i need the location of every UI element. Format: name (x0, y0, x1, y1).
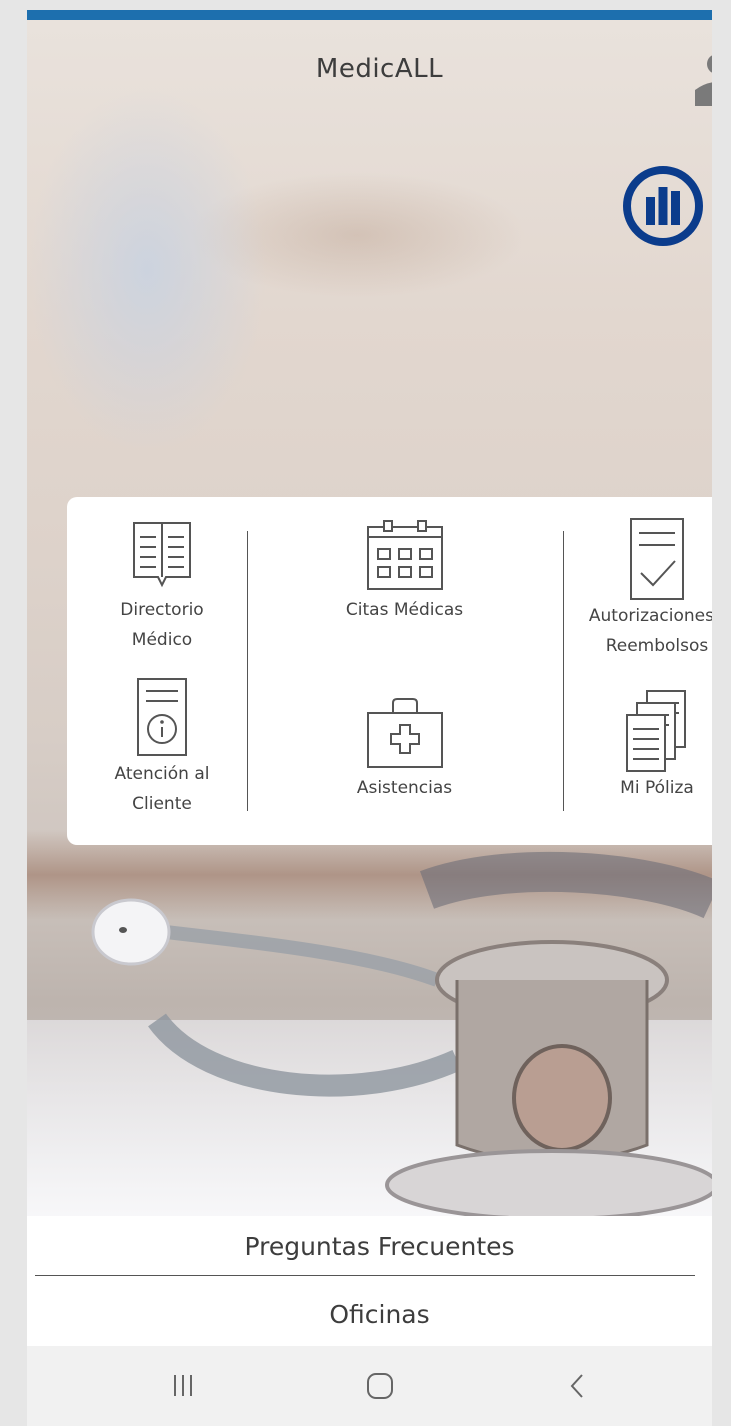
menu-label: Autorizaciones / (588, 606, 712, 626)
menu-item-citas[interactable]: Citas Médicas (327, 515, 482, 625)
checklist-icon (630, 518, 684, 600)
faq-link[interactable]: Preguntas Frecuentes (27, 1232, 712, 1261)
book-icon (133, 522, 191, 588)
menu-label: Directorio (120, 600, 204, 620)
documents-icon (626, 690, 686, 772)
back-icon[interactable] (537, 1346, 617, 1426)
medical-kit-icon (366, 698, 443, 768)
menu-label: Atención al (114, 764, 210, 784)
menu-item-autorizaciones[interactable]: Autorizaciones / Reembolsos (575, 515, 712, 661)
app-screen: MedicALL Directorio Médico Citas Médicas… (27, 10, 712, 1426)
app-title: MedicALL (315, 54, 444, 84)
menu-label: Asistencias (356, 778, 453, 798)
menu-divider-right (563, 531, 564, 811)
menu-label: Médico (131, 630, 193, 650)
allianz-logo (623, 166, 703, 246)
list-divider (35, 1275, 695, 1276)
menu-card: Directorio Médico Citas Médicas Autoriza… (67, 497, 712, 845)
menu-item-atencion[interactable]: Atención al Cliente (87, 677, 237, 819)
menu-item-asistencias[interactable]: Asistencias (327, 695, 482, 803)
top-accent-bar (27, 10, 712, 20)
system-nav-bar (27, 1346, 712, 1426)
bottom-links: Preguntas Frecuentes Oficinas (27, 1216, 712, 1356)
info-document-icon (137, 678, 187, 756)
menu-label: Citas Médicas (345, 600, 464, 620)
menu-label: Mi Póliza (620, 778, 694, 798)
calendar-icon (366, 520, 443, 590)
profile-icon[interactable] (695, 52, 712, 106)
menu-label: Cliente (132, 794, 192, 814)
home-icon[interactable] (340, 1346, 420, 1426)
menu-item-directorio[interactable]: Directorio Médico (87, 515, 237, 655)
offices-link[interactable]: Oficinas (27, 1300, 712, 1329)
recent-apps-icon[interactable] (143, 1346, 223, 1426)
menu-divider-left (247, 531, 248, 811)
menu-item-poliza[interactable]: Mi Póliza (575, 687, 712, 803)
menu-label: Reembolsos (605, 636, 709, 656)
